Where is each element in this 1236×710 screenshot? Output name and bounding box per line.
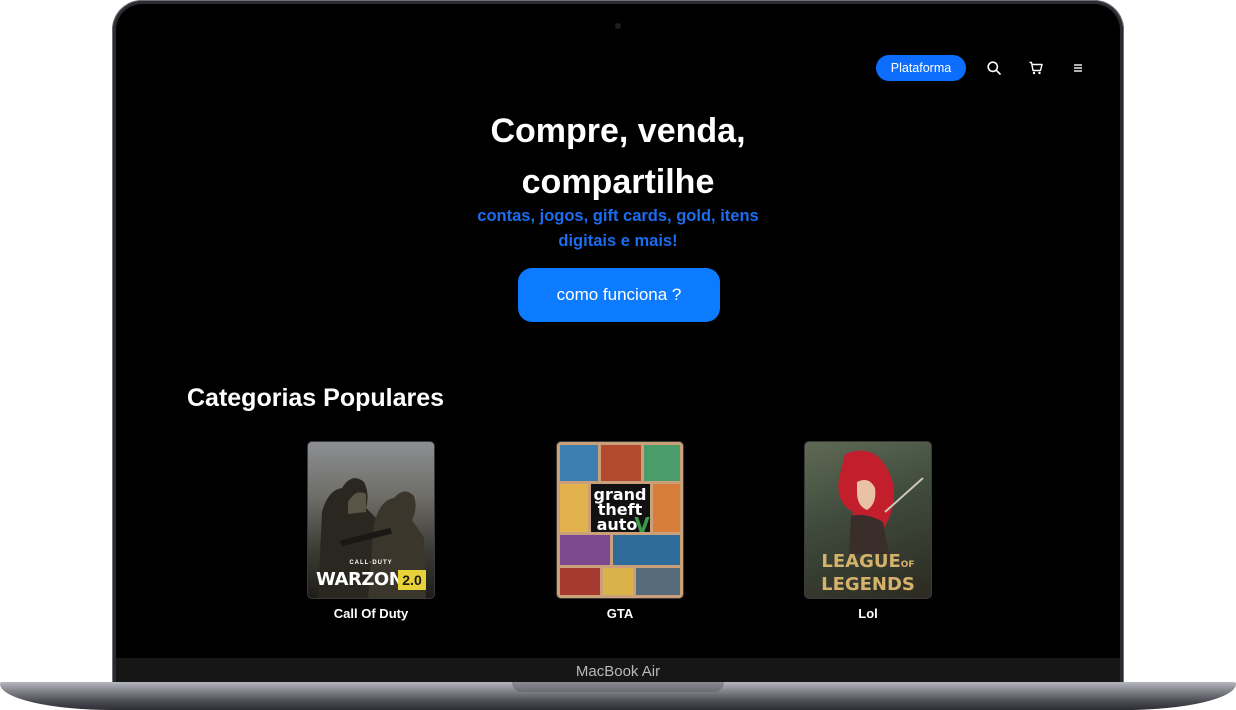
- laptop-notch: [512, 682, 724, 692]
- category-card-lol[interactable]: LEAGUEOF LEGENDS Lol: [804, 441, 932, 621]
- category-label-lol: Lol: [858, 606, 878, 621]
- lol-cover-of: OF: [900, 560, 915, 570]
- svg-text:auto: auto: [597, 515, 638, 534]
- hero-title-line1: Compre, venda,: [490, 112, 746, 150]
- platform-button[interactable]: Plataforma: [876, 55, 966, 81]
- lol-cover-legends: LEGENDS: [821, 574, 915, 595]
- menu-icon[interactable]: [1070, 60, 1086, 76]
- hero-title: Compre, venda, compartilhe: [418, 106, 818, 208]
- macbook-label: MacBook Air: [116, 658, 1120, 684]
- lol-cover: LEAGUEOF LEGENDS: [804, 441, 932, 599]
- lol-cover-logo: LEAGUEOF LEGENDS: [805, 552, 931, 595]
- how-it-works-button[interactable]: como funciona ?: [518, 268, 720, 322]
- cart-icon[interactable]: [1028, 60, 1044, 76]
- svg-text:V: V: [634, 513, 650, 537]
- category-label-gta: GTA: [606, 606, 634, 621]
- gta-cover: grand theft auto V: [556, 441, 684, 599]
- lol-cover-league: LEAGUE: [821, 551, 901, 572]
- call-of-duty-cover: CALL·DUTY WARZONE 2.0: [307, 441, 435, 599]
- website-screen: Plataforma Compre, venda, compartilhe co…: [118, 40, 1118, 658]
- hero-title-line2: compartilhe: [521, 163, 715, 201]
- popular-categories-title: Categorias Populares: [187, 384, 445, 412]
- cod-cover-badge: 2.0: [398, 570, 426, 590]
- category-label-call-of-duty: Call Of Duty: [333, 606, 409, 621]
- hero-subtitle: contas, jogos, gift cards, gold, itens d…: [477, 207, 759, 250]
- category-card-gta[interactable]: grand theft auto V GTA: [556, 441, 684, 621]
- cod-cover-top-text: CALL·DUTY: [349, 560, 393, 566]
- search-icon[interactable]: [986, 60, 1002, 76]
- camera-dot: [615, 23, 621, 29]
- category-card-call-of-duty[interactable]: CALL·DUTY WARZONE 2.0 Call Of Duty: [307, 441, 435, 621]
